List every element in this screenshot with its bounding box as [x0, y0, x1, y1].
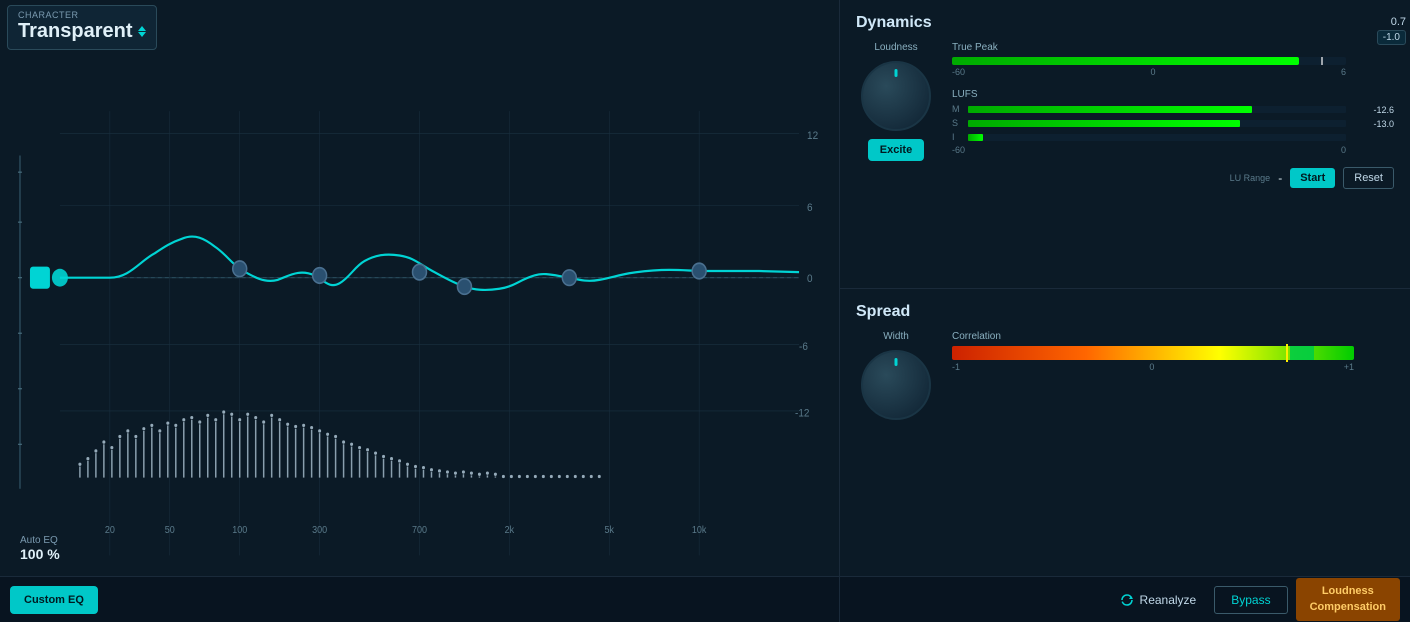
- lufs-label: LUFS: [952, 89, 1394, 100]
- lufs-s-bar-wrap: [968, 120, 1346, 127]
- svg-text:300: 300: [312, 525, 327, 537]
- reanalyze-icon: [1120, 593, 1134, 607]
- lufs-i-bar-wrap: [968, 134, 1346, 141]
- dynamics-body: Loudness Excite True Peak: [856, 42, 1394, 189]
- lu-range-label: LU Range: [1230, 173, 1271, 183]
- correlation-marker: [1286, 344, 1288, 362]
- true-peak-label: True Peak: [952, 42, 1394, 53]
- correlation-value: 0.7: [1391, 16, 1406, 28]
- width-knob-area: Width: [856, 331, 936, 420]
- correlation-green-bar: [1290, 346, 1314, 360]
- spread-body: Width Correlation: [856, 331, 1394, 420]
- loudness-knob[interactable]: [861, 61, 931, 131]
- loudness-knob-dot: [895, 69, 898, 77]
- dynamics-title: Dynamics: [856, 14, 1394, 32]
- svg-text:100: 100: [232, 525, 247, 537]
- svg-text:700: 700: [412, 525, 427, 537]
- correlation-label: Correlation: [952, 331, 1394, 342]
- bypass-button[interactable]: Bypass: [1214, 586, 1287, 614]
- true-peak-bar-container: [952, 57, 1346, 65]
- character-value: Transparent: [18, 20, 146, 43]
- loudness-label: Loudness: [874, 42, 917, 53]
- eq-canvas: 12 6 0 -6 -12 20 50 100 300 700 2k 5k 10…: [0, 0, 839, 622]
- lufs-scale: -60 0: [952, 145, 1346, 155]
- auto-eq-label: Auto EQ: [20, 535, 60, 546]
- right-panel: Dynamics Loudness Excite True Peak: [840, 0, 1410, 622]
- lufs-i-bar: [968, 134, 983, 141]
- lu-range-row: LU Range - Start Reset: [952, 167, 1394, 189]
- meters-area: True Peak -60 0 6 -1: [952, 42, 1394, 189]
- lu-range-value: -: [1278, 171, 1282, 185]
- character-box: Character Transparent: [7, 5, 157, 50]
- true-peak-group: True Peak -60 0 6 -1: [952, 42, 1394, 77]
- true-peak-scale: -60 0 6: [952, 67, 1346, 77]
- start-button[interactable]: Start: [1290, 168, 1335, 188]
- lufs-m-label: M: [952, 104, 964, 114]
- lufs-m-bar: [968, 106, 1252, 113]
- svg-text:-6: -6: [799, 340, 808, 353]
- svg-text:10k: 10k: [692, 525, 707, 537]
- loudness-compensation-button[interactable]: Loudness Compensation: [1296, 578, 1400, 621]
- lufs-m-value: -12.6: [1373, 105, 1394, 115]
- eq-svg: 12 6 0 -6 -12 20 50 100 300 700 2k 5k 10…: [0, 0, 839, 622]
- auto-eq-value: 100 %: [20, 546, 60, 562]
- svg-text:2k: 2k: [505, 525, 515, 537]
- lufs-s-row: S: [952, 118, 1346, 128]
- lufs-m-bar-wrap: [968, 106, 1346, 113]
- correlation-scale: -1 0 +1: [952, 362, 1354, 372]
- width-label: Width: [883, 331, 909, 342]
- spread-title: Spread: [856, 303, 1394, 321]
- lufs-group: LUFS M S: [952, 89, 1394, 155]
- true-peak-bar: [952, 57, 1299, 65]
- character-down-arrow[interactable]: [138, 32, 146, 37]
- true-peak-value: -1.0: [1377, 30, 1406, 45]
- svg-text:12: 12: [807, 129, 818, 142]
- spread-section: Spread Width Correlation: [840, 289, 1410, 577]
- lufs-s-bar: [968, 120, 1240, 127]
- svg-text:0: 0: [807, 273, 813, 286]
- width-knob[interactable]: [861, 350, 931, 420]
- character-arrows[interactable]: [138, 26, 146, 37]
- main-container: Character Transparent: [0, 0, 1410, 622]
- reset-button[interactable]: Reset: [1343, 167, 1394, 189]
- auto-eq-info: Auto EQ 100 %: [20, 535, 60, 562]
- correlation-bar: [952, 346, 1354, 360]
- lufs-s-value: -13.0: [1373, 119, 1394, 129]
- loudness-knob-area: Loudness Excite: [856, 42, 936, 161]
- excite-button[interactable]: Excite: [868, 139, 924, 161]
- width-knob-dot: [895, 358, 898, 366]
- correlation-area: Correlation -1 0 +1 0.7: [952, 331, 1394, 372]
- lufs-s-label: S: [952, 118, 964, 128]
- svg-text:6: 6: [807, 202, 813, 215]
- character-label: Character: [18, 10, 146, 20]
- character-up-arrow[interactable]: [138, 26, 146, 31]
- dynamics-section: Dynamics Loudness Excite True Peak: [840, 0, 1410, 289]
- svg-text:50: 50: [165, 525, 175, 537]
- lufs-i-label: I: [952, 132, 964, 142]
- reanalyze-button[interactable]: Reanalyze: [1110, 587, 1207, 613]
- lufs-m-row: M: [952, 104, 1346, 114]
- svg-text:5k: 5k: [605, 525, 615, 537]
- lufs-i-row: I: [952, 132, 1346, 142]
- eq-panel: Character Transparent: [0, 0, 840, 622]
- custom-eq-button[interactable]: Custom EQ: [10, 586, 98, 614]
- svg-text:20: 20: [105, 525, 115, 537]
- svg-text:-12: -12: [795, 407, 810, 420]
- right-bottom-bar: Reanalyze Bypass Loudness Compensation: [840, 576, 1410, 622]
